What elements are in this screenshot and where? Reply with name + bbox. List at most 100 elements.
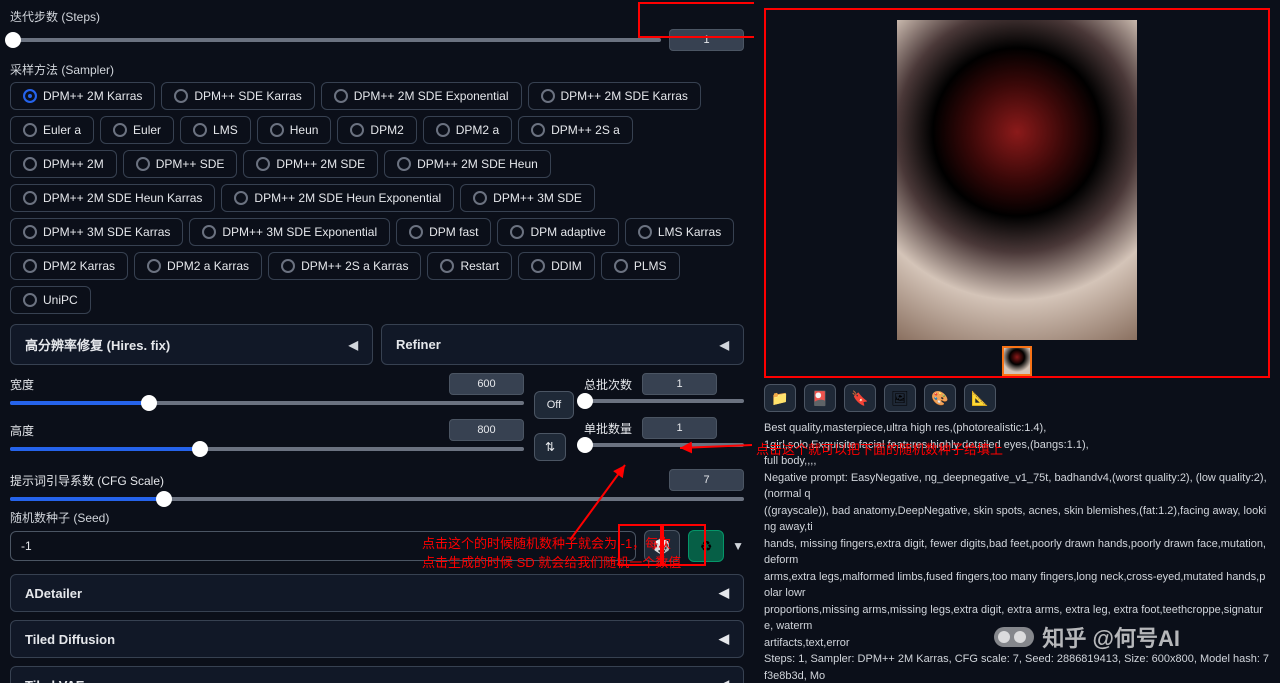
action-button-5[interactable]: 📐: [964, 384, 996, 412]
batch-count-input[interactable]: [642, 373, 717, 395]
action-button-4[interactable]: 🎨: [924, 384, 956, 412]
radio-icon: [174, 89, 188, 103]
sampler-option[interactable]: DPM++ 2M Karras: [10, 82, 155, 110]
hires-collapse[interactable]: 高分辨率修复 (Hires. fix) ◀: [10, 324, 373, 365]
radio-icon: [256, 157, 270, 171]
width-slider[interactable]: [10, 401, 524, 405]
dice-icon: 🎲: [653, 538, 670, 555]
height-slider[interactable]: [10, 447, 524, 451]
radio-icon: [23, 157, 37, 171]
height-input[interactable]: [449, 419, 524, 441]
hires-off-button[interactable]: Off: [534, 391, 574, 419]
sampler-option[interactable]: DPM++ 2S a Karras: [268, 252, 421, 280]
radio-icon: [234, 191, 248, 205]
sampler-option[interactable]: DPM2 a Karras: [134, 252, 262, 280]
swap-dimensions-button[interactable]: ⇅: [534, 433, 566, 461]
triangle-left-icon: ◀: [719, 585, 729, 601]
sampler-option[interactable]: DPM++ 3M SDE Exponential: [189, 218, 390, 246]
action-button-3[interactable]: 🖼: [884, 384, 916, 412]
refiner-collapse[interactable]: Refiner ◀: [381, 324, 744, 365]
action-button-1[interactable]: 🎴: [804, 384, 836, 412]
sampler-option[interactable]: UniPC: [10, 286, 91, 314]
triangle-left-icon: ◀: [720, 338, 729, 352]
triangle-left-icon: ◀: [719, 677, 729, 683]
thumbnail[interactable]: [1002, 346, 1032, 376]
sampler-option[interactable]: DPM++ 3M SDE Karras: [10, 218, 183, 246]
sampler-option[interactable]: DPM++ 2M SDE: [243, 150, 378, 178]
sampler-option[interactable]: DPM2 a: [423, 116, 512, 144]
sampler-option[interactable]: DPM++ 2M SDE Heun Exponential: [221, 184, 454, 212]
accordion-label: ADetailer: [25, 586, 82, 601]
batch-size-slider[interactable]: [584, 443, 744, 447]
steps-input[interactable]: [669, 29, 744, 51]
width-label: 宽度: [10, 376, 66, 393]
seed-reuse-button[interactable]: ♻: [688, 530, 724, 562]
radio-icon: [541, 89, 555, 103]
cfg-input[interactable]: [669, 469, 744, 491]
sampler-option[interactable]: DPM++ 3M SDE: [460, 184, 595, 212]
sampler-option[interactable]: DPM++ 2M SDE Exponential: [321, 82, 522, 110]
sampler-option[interactable]: Restart: [427, 252, 512, 280]
generated-image[interactable]: [897, 20, 1137, 340]
radio-icon: [334, 89, 348, 103]
seed-randomize-button[interactable]: 🎲: [644, 530, 680, 562]
sampler-option[interactable]: DPM adaptive: [497, 218, 618, 246]
sampler-option-label: DPM++ 2M SDE Heun Karras: [43, 191, 202, 205]
action-icon: 📁: [771, 390, 788, 407]
radio-icon: [531, 259, 545, 273]
radio-icon: [281, 259, 295, 273]
sampler-option[interactable]: DPM++ 2M SDE Heun Karras: [10, 184, 215, 212]
sampler-option[interactable]: Euler: [100, 116, 174, 144]
sampler-option-label: LMS: [213, 123, 238, 137]
sampler-option[interactable]: DPM fast: [396, 218, 491, 246]
sampler-option[interactable]: DPM++ SDE: [123, 150, 238, 178]
sampler-option[interactable]: DDIM: [518, 252, 595, 280]
seed-extras-toggle[interactable]: ▼: [732, 539, 744, 553]
sampler-option-label: Euler: [133, 123, 161, 137]
sampler-option[interactable]: LMS Karras: [625, 218, 734, 246]
sampler-option[interactable]: Euler a: [10, 116, 94, 144]
sampler-option[interactable]: DPM++ 2M SDE Heun: [384, 150, 551, 178]
cfg-slider[interactable]: [10, 497, 744, 501]
sampler-option-label: DPM++ 2M SDE Exponential: [354, 89, 509, 103]
sampler-option[interactable]: Heun: [257, 116, 332, 144]
batch-count-label: 总批次数: [584, 376, 636, 393]
sampler-option[interactable]: DPM2: [337, 116, 416, 144]
radio-icon: [270, 123, 284, 137]
sampler-option[interactable]: DPM++ 2S a: [518, 116, 633, 144]
sampler-option[interactable]: DPM2 Karras: [10, 252, 128, 280]
radio-icon: [397, 157, 411, 171]
sampler-option[interactable]: PLMS: [601, 252, 680, 280]
sampler-option-label: DPM++ 2M Karras: [43, 89, 142, 103]
action-button-0[interactable]: 📁: [764, 384, 796, 412]
accordion-adetailer[interactable]: ADetailer ◀: [10, 574, 744, 612]
sampler-option[interactable]: DPM++ 2M SDE Karras: [528, 82, 701, 110]
sampler-option-label: Heun: [290, 123, 319, 137]
batch-count-slider[interactable]: [584, 399, 744, 403]
sampler-option-label: DPM++ 2M SDE Heun Exponential: [254, 191, 441, 205]
radio-icon: [614, 259, 628, 273]
sampler-option-label: DPM++ 2M SDE Karras: [561, 89, 688, 103]
sampler-option-label: DPM++ 2M SDE: [276, 157, 365, 171]
sampler-option-label: PLMS: [634, 259, 667, 273]
radio-icon: [23, 191, 37, 205]
steps-slider[interactable]: [10, 38, 661, 42]
sampler-option-label: DPM++ 2M: [43, 157, 104, 171]
radio-icon: [473, 191, 487, 205]
action-button-2[interactable]: 🔖: [844, 384, 876, 412]
accordion-tiled-vae[interactable]: Tiled VAE◀: [10, 666, 744, 683]
sampler-option-label: DPM++ 3M SDE Karras: [43, 225, 170, 239]
sampler-option[interactable]: DPM++ SDE Karras: [161, 82, 314, 110]
sampler-option-label: Restart: [460, 259, 499, 273]
seed-input[interactable]: [10, 531, 636, 561]
sampler-option-label: DPM adaptive: [530, 225, 605, 239]
sampler-option-label: DPM2: [370, 123, 403, 137]
seed-label: 随机数种子 (Seed): [10, 509, 744, 526]
width-input[interactable]: [449, 373, 524, 395]
preview-area: [764, 8, 1270, 378]
sampler-option[interactable]: DPM++ 2M: [10, 150, 117, 178]
accordion-tiled-diffusion[interactable]: Tiled Diffusion◀: [10, 620, 744, 658]
sampler-option-label: DPM++ 2S a: [551, 123, 620, 137]
sampler-option[interactable]: LMS: [180, 116, 251, 144]
batch-size-input[interactable]: [642, 417, 717, 439]
